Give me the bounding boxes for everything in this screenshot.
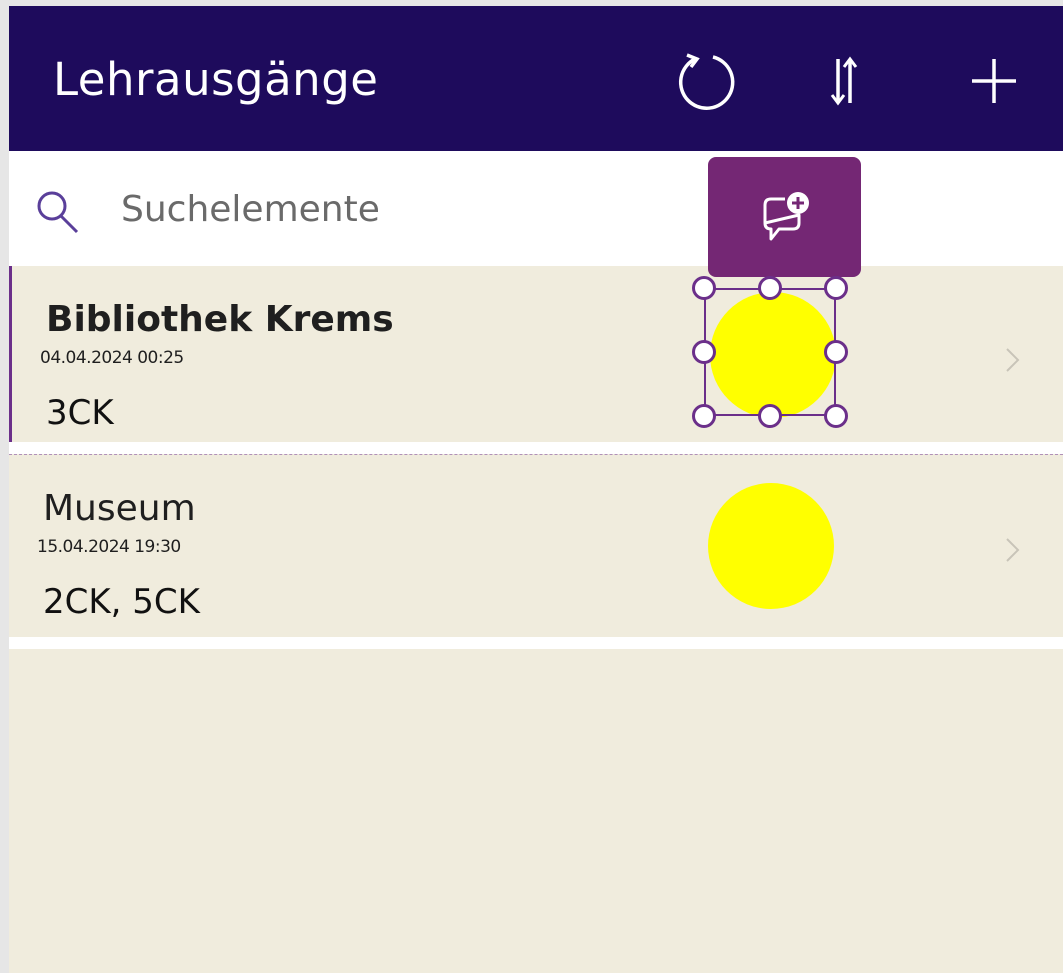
divider xyxy=(9,442,1063,454)
sort-button[interactable] xyxy=(809,46,879,116)
add-comment-button[interactable] xyxy=(708,157,861,277)
list-item[interactable]: Bibliothek Krems 04.04.2024 00:25 3CK xyxy=(9,266,1063,442)
resize-handle[interactable] xyxy=(692,340,716,364)
resize-handle[interactable] xyxy=(692,404,716,428)
list-item[interactable]: Museum 15.04.2024 19:30 2CK, 5CK xyxy=(9,455,1063,635)
chevron-right-icon[interactable] xyxy=(1003,535,1023,565)
resize-handle[interactable] xyxy=(824,276,848,300)
search-bar xyxy=(9,151,1063,266)
resize-handle[interactable] xyxy=(758,404,782,428)
add-button[interactable] xyxy=(959,46,1029,116)
search-input[interactable] xyxy=(121,181,681,237)
item-classes: 3CK xyxy=(46,393,114,433)
selection-frame[interactable] xyxy=(704,288,836,416)
resize-handle[interactable] xyxy=(692,276,716,300)
search-icon xyxy=(37,191,79,234)
chevron-right-icon[interactable] xyxy=(1003,345,1023,375)
refresh-button[interactable] xyxy=(670,46,740,116)
item-date: 15.04.2024 19:30 xyxy=(37,537,181,557)
divider xyxy=(9,637,1063,649)
header-bar: Lehrausgänge xyxy=(9,6,1063,151)
item-date: 04.04.2024 00:25 xyxy=(40,348,184,368)
canvas-frame: Lehrausgänge Suchelemente Bibliothek Kre… xyxy=(0,0,1063,973)
item-title: Museum xyxy=(43,488,196,529)
item-classes: 2CK, 5CK xyxy=(43,582,200,622)
add-icon xyxy=(972,59,1016,103)
page-title: Lehrausgänge xyxy=(53,53,379,106)
resize-handle[interactable] xyxy=(824,340,848,364)
add-comment-icon xyxy=(763,192,809,241)
app-screen: Lehrausgänge Suchelemente Bibliothek Kre… xyxy=(9,6,1063,973)
sort-icon xyxy=(830,56,858,106)
item-title: Bibliothek Krems xyxy=(46,299,394,340)
resize-handle[interactable] xyxy=(824,404,848,428)
resize-handle[interactable] xyxy=(758,276,782,300)
refresh-icon xyxy=(678,53,735,110)
status-dot xyxy=(708,483,834,609)
